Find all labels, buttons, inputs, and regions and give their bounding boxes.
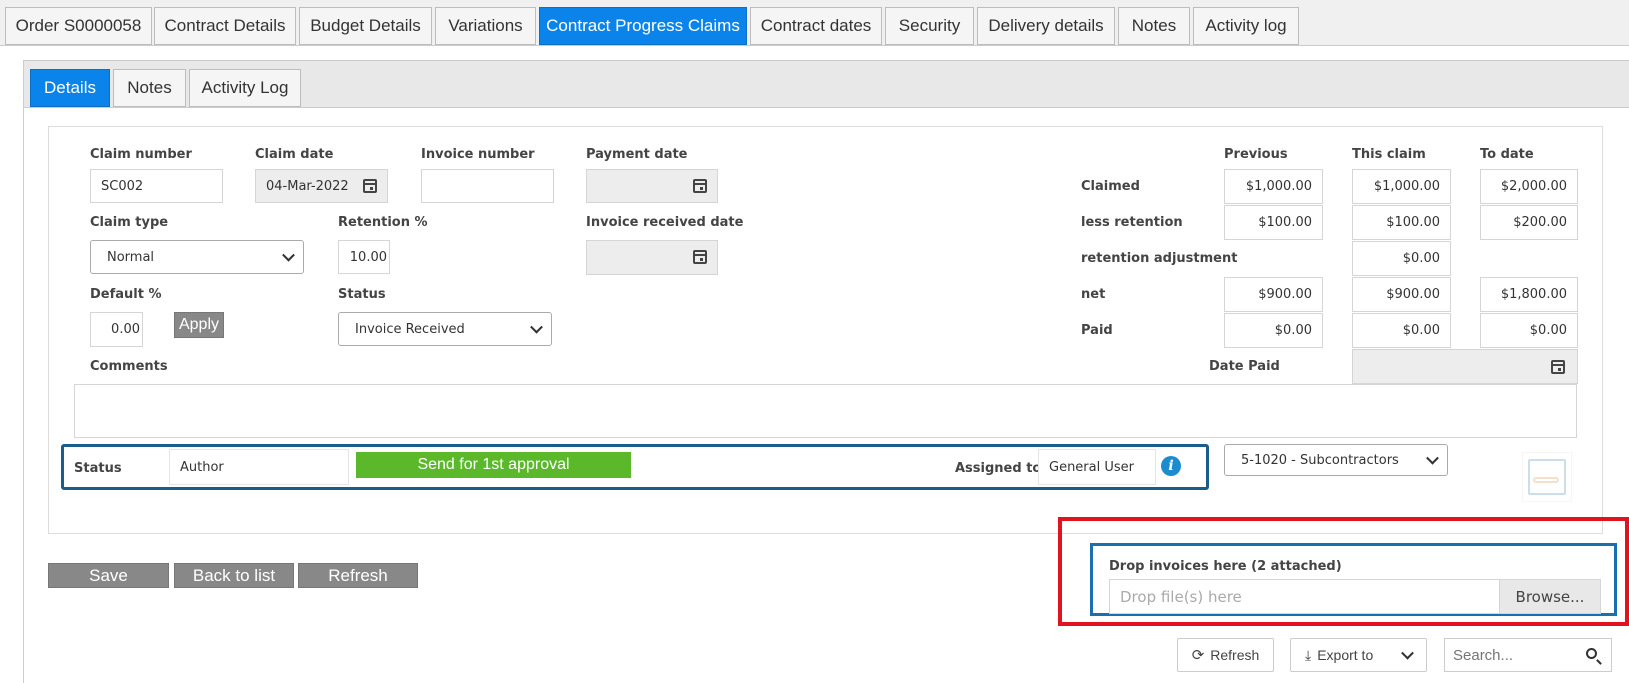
assigned-to-label: Assigned to xyxy=(955,461,1042,476)
less-retention-to-date: $200.00 xyxy=(1480,205,1578,240)
grid-refresh-button[interactable]: ⟳ Refresh xyxy=(1177,638,1274,672)
claim-type-label: Claim type xyxy=(90,215,169,230)
chevron-down-icon xyxy=(282,248,295,262)
less-retention-previous: $100.00 xyxy=(1224,205,1323,240)
browse-button[interactable]: Browse... xyxy=(1499,579,1601,614)
claim-type-select[interactable]: Normal xyxy=(90,240,304,274)
retention-label: Retention % xyxy=(338,215,428,230)
tab-notes[interactable]: Notes xyxy=(1118,7,1190,45)
col-to-date-header: To date xyxy=(1480,147,1534,162)
retention-field[interactable]: 10.00 xyxy=(338,240,390,274)
search-box[interactable] xyxy=(1444,638,1612,672)
invoice-number-field[interactable] xyxy=(421,169,554,203)
payment-date-field[interactable] xyxy=(586,169,718,203)
calendar-icon[interactable] xyxy=(693,250,707,264)
claim-date-label: Claim date xyxy=(255,147,334,162)
assigned-to-field: General User xyxy=(1038,449,1156,485)
send-for-approval-button[interactable]: Send for 1st approval xyxy=(356,452,631,478)
calendar-icon[interactable] xyxy=(1551,360,1565,374)
workflow-status-field: Author xyxy=(169,449,349,485)
claimed-to-date: $2,000.00 xyxy=(1480,169,1578,204)
paid-this-claim: $0.00 xyxy=(1352,313,1451,348)
invoice-received-date-label: Invoice received date xyxy=(586,215,744,230)
net-previous: $900.00 xyxy=(1224,277,1323,312)
comments-label: Comments xyxy=(90,359,168,374)
date-paid-label: Date Paid xyxy=(1209,359,1280,374)
payment-date-label: Payment date xyxy=(586,147,688,162)
tab-contract-dates[interactable]: Contract dates xyxy=(750,7,882,45)
date-paid-field[interactable] xyxy=(1352,349,1578,384)
comments-textarea[interactable] xyxy=(74,384,1577,438)
subtab-activity-log[interactable]: Activity Log xyxy=(189,69,301,107)
net-to-date: $1,800.00 xyxy=(1480,277,1578,312)
workflow-bar: Status Author Send for 1st approval Assi… xyxy=(61,444,1209,490)
subtab-details[interactable]: Details xyxy=(30,69,110,107)
dropzone-field[interactable]: Drop file(s) here xyxy=(1109,579,1500,614)
sub-tab-bar: Details Notes Activity Log xyxy=(24,61,1629,108)
invoice-dropzone[interactable]: Drop invoices here (2 attached) Drop fil… xyxy=(1090,543,1617,616)
tab-budget-details[interactable]: Budget Details xyxy=(299,7,432,45)
paid-previous: $0.00 xyxy=(1224,313,1323,348)
net-label: net xyxy=(1081,287,1106,302)
net-this-claim: $900.00 xyxy=(1352,277,1451,312)
claim-number-field[interactable]: SC002 xyxy=(90,169,223,203)
export-to-label: Export to xyxy=(1317,647,1374,663)
document-icon xyxy=(1522,452,1572,502)
tab-security[interactable]: Security xyxy=(885,7,974,45)
less-retention-label: less retention xyxy=(1081,215,1183,230)
retention-adjustment-label: retention adjustment xyxy=(1081,251,1238,266)
tab-activity-log[interactable]: Activity log xyxy=(1193,7,1299,45)
invoice-number-label: Invoice number xyxy=(421,147,535,162)
tab-delivery-details[interactable]: Delivery details xyxy=(977,7,1115,45)
claim-date-field[interactable]: 04-Mar-2022 xyxy=(255,169,388,203)
claim-type-value: Normal xyxy=(107,249,155,265)
tab-variations[interactable]: Variations xyxy=(435,7,536,45)
paid-to-date: $0.00 xyxy=(1480,313,1578,348)
apply-button[interactable]: Apply xyxy=(174,312,224,338)
export-to-button[interactable]: ⤓ Export to xyxy=(1290,638,1427,672)
workflow-status-label: Status xyxy=(74,461,122,476)
claimed-label: Claimed xyxy=(1081,179,1140,194)
chevron-down-icon xyxy=(530,320,543,334)
chevron-down-icon xyxy=(1401,646,1414,660)
search-input[interactable] xyxy=(1451,645,1585,665)
invoice-received-date-field[interactable] xyxy=(586,240,718,275)
less-retention-this-claim: $100.00 xyxy=(1352,205,1451,240)
account-value: 5-1020 - Subcontractors xyxy=(1241,452,1399,468)
status-label: Status xyxy=(338,287,386,302)
calendar-icon[interactable] xyxy=(363,179,377,193)
dropzone-title: Drop invoices here (2 attached) xyxy=(1109,559,1342,574)
chevron-down-icon xyxy=(1426,451,1439,465)
tab-contract-details[interactable]: Contract Details xyxy=(154,7,296,45)
account-select[interactable]: 5-1020 - Subcontractors xyxy=(1224,444,1448,476)
subtab-notes[interactable]: Notes xyxy=(113,69,186,107)
back-to-list-button[interactable]: Back to list xyxy=(174,563,294,588)
tab-order[interactable]: Order S0000058 xyxy=(5,7,152,45)
refresh-icon: ⟳ xyxy=(1191,647,1205,664)
info-icon[interactable]: i xyxy=(1161,456,1181,476)
calendar-icon[interactable] xyxy=(693,179,707,193)
save-button[interactable]: Save xyxy=(48,563,169,588)
claimed-this-claim[interactable]: $1,000.00 xyxy=(1352,169,1451,204)
claim-number-label: Claim number xyxy=(90,147,192,162)
col-this-claim-header: This claim xyxy=(1352,147,1426,162)
refresh-button[interactable]: Refresh xyxy=(298,563,418,588)
status-select[interactable]: Invoice Received xyxy=(338,312,552,346)
retention-adjustment-this-claim[interactable]: $0.00 xyxy=(1352,241,1451,276)
claim-date-value: 04-Mar-2022 xyxy=(266,178,349,194)
top-tab-bar: Order S0000058 Contract Details Budget D… xyxy=(0,0,1629,46)
paid-label: Paid xyxy=(1081,323,1113,338)
default-percent-field[interactable]: 0.00 xyxy=(90,312,143,347)
tab-contract-progress-claims[interactable]: Contract Progress Claims xyxy=(539,7,747,45)
download-icon: ⤓ xyxy=(1305,646,1312,663)
search-icon[interactable] xyxy=(1586,648,1597,659)
claimed-previous: $1,000.00 xyxy=(1224,169,1323,204)
grid-refresh-label: Refresh xyxy=(1210,647,1260,663)
status-value: Invoice Received xyxy=(355,321,465,337)
col-previous-header: Previous xyxy=(1224,147,1288,162)
default-percent-label: Default % xyxy=(90,287,162,302)
